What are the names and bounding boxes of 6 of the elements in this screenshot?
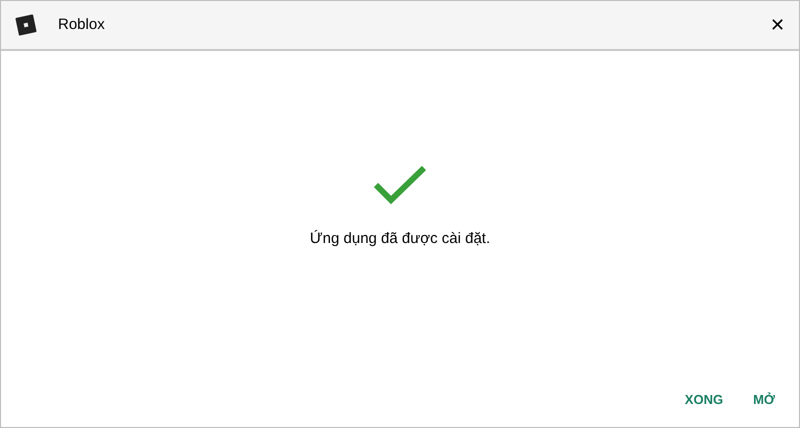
checkmark-icon [373,164,427,206]
window-title: Roblox [58,14,105,35]
close-button[interactable]: ✕ [770,16,785,34]
dialog-button[interactable]: MỞ [743,384,785,415]
status-message: Ứng dụng đã được cài đặt. [310,229,490,249]
dialog-button[interactable]: XONG [674,384,734,415]
